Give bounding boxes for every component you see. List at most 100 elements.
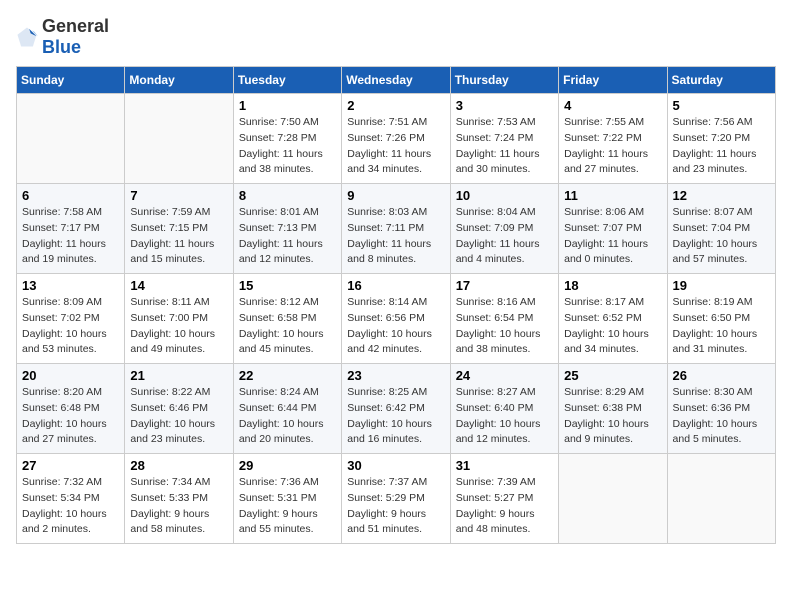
daylight-text: Daylight: 10 hours and 57 minutes. [673,238,758,266]
sunrise-text: Sunrise: 8:24 AM [239,386,319,398]
weekday-header-friday: Friday [559,67,667,94]
daylight-text: Daylight: 11 hours and 0 minutes. [564,238,648,266]
sunset-text: Sunset: 7:04 PM [673,222,751,234]
sunrise-text: Sunrise: 7:55 AM [564,116,644,128]
sunrise-text: Sunrise: 8:07 AM [673,206,753,218]
daylight-text: Daylight: 10 hours and 16 minutes. [347,418,432,446]
calendar-cell: 31 Sunrise: 7:39 AM Sunset: 5:27 PM Dayl… [450,454,558,544]
daylight-text: Daylight: 10 hours and 53 minutes. [22,328,107,356]
day-number: 29 [239,458,336,473]
calendar-cell: 19 Sunrise: 8:19 AM Sunset: 6:50 PM Dayl… [667,274,775,364]
day-number: 2 [347,98,444,113]
calendar-cell: 30 Sunrise: 7:37 AM Sunset: 5:29 PM Dayl… [342,454,450,544]
sunset-text: Sunset: 5:29 PM [347,492,425,504]
calendar-cell: 11 Sunrise: 8:06 AM Sunset: 7:07 PM Dayl… [559,184,667,274]
sunset-text: Sunset: 7:09 PM [456,222,534,234]
sunrise-text: Sunrise: 8:14 AM [347,296,427,308]
sunset-text: Sunset: 7:26 PM [347,132,425,144]
sunset-text: Sunset: 6:48 PM [22,402,100,414]
calendar-cell: 6 Sunrise: 7:58 AM Sunset: 7:17 PM Dayli… [17,184,125,274]
daylight-text: Daylight: 9 hours and 58 minutes. [130,508,209,536]
page-header: General Blue [16,16,776,58]
day-number: 28 [130,458,227,473]
day-number: 6 [22,188,119,203]
sunrise-text: Sunrise: 7:56 AM [673,116,753,128]
calendar-cell: 18 Sunrise: 8:17 AM Sunset: 6:52 PM Dayl… [559,274,667,364]
day-number: 16 [347,278,444,293]
calendar-week-3: 13 Sunrise: 8:09 AM Sunset: 7:02 PM Dayl… [17,274,776,364]
calendar-cell: 14 Sunrise: 8:11 AM Sunset: 7:00 PM Dayl… [125,274,233,364]
weekday-header-thursday: Thursday [450,67,558,94]
day-number: 24 [456,368,553,383]
sunrise-text: Sunrise: 8:27 AM [456,386,536,398]
daylight-text: Daylight: 11 hours and 4 minutes. [456,238,540,266]
day-number: 10 [456,188,553,203]
daylight-text: Daylight: 11 hours and 15 minutes. [130,238,214,266]
sunset-text: Sunset: 7:17 PM [22,222,100,234]
day-number: 26 [673,368,770,383]
calendar-cell: 24 Sunrise: 8:27 AM Sunset: 6:40 PM Dayl… [450,364,558,454]
calendar-cell: 8 Sunrise: 8:01 AM Sunset: 7:13 PM Dayli… [233,184,341,274]
day-number: 19 [673,278,770,293]
sunrise-text: Sunrise: 8:17 AM [564,296,644,308]
daylight-text: Daylight: 11 hours and 12 minutes. [239,238,323,266]
sunset-text: Sunset: 7:02 PM [22,312,100,324]
calendar-cell [17,94,125,184]
sunrise-text: Sunrise: 8:11 AM [130,296,209,308]
sunrise-text: Sunrise: 8:30 AM [673,386,753,398]
day-number: 18 [564,278,661,293]
sunset-text: Sunset: 5:34 PM [22,492,100,504]
daylight-text: Daylight: 10 hours and 27 minutes. [22,418,107,446]
calendar-table: SundayMondayTuesdayWednesdayThursdayFrid… [16,66,776,544]
sunset-text: Sunset: 5:27 PM [456,492,534,504]
day-number: 27 [22,458,119,473]
daylight-text: Daylight: 10 hours and 12 minutes. [456,418,541,446]
calendar-cell: 23 Sunrise: 8:25 AM Sunset: 6:42 PM Dayl… [342,364,450,454]
logo-text-blue: Blue [42,37,81,57]
sunset-text: Sunset: 7:24 PM [456,132,534,144]
weekday-header-tuesday: Tuesday [233,67,341,94]
calendar-cell [667,454,775,544]
weekday-header-row: SundayMondayTuesdayWednesdayThursdayFrid… [17,67,776,94]
day-number: 9 [347,188,444,203]
day-number: 5 [673,98,770,113]
calendar-cell: 1 Sunrise: 7:50 AM Sunset: 7:28 PM Dayli… [233,94,341,184]
calendar-header: SundayMondayTuesdayWednesdayThursdayFrid… [17,67,776,94]
calendar-cell: 28 Sunrise: 7:34 AM Sunset: 5:33 PM Dayl… [125,454,233,544]
sunrise-text: Sunrise: 8:06 AM [564,206,644,218]
weekday-header-monday: Monday [125,67,233,94]
day-number: 31 [456,458,553,473]
calendar-cell: 22 Sunrise: 8:24 AM Sunset: 6:44 PM Dayl… [233,364,341,454]
day-number: 21 [130,368,227,383]
sunrise-text: Sunrise: 8:03 AM [347,206,427,218]
sunset-text: Sunset: 6:58 PM [239,312,317,324]
sunrise-text: Sunrise: 8:29 AM [564,386,644,398]
daylight-text: Daylight: 9 hours and 55 minutes. [239,508,318,536]
calendar-week-4: 20 Sunrise: 8:20 AM Sunset: 6:48 PM Dayl… [17,364,776,454]
weekday-header-wednesday: Wednesday [342,67,450,94]
day-number: 14 [130,278,227,293]
calendar-cell: 27 Sunrise: 7:32 AM Sunset: 5:34 PM Dayl… [17,454,125,544]
sunset-text: Sunset: 6:36 PM [673,402,751,414]
sunrise-text: Sunrise: 8:04 AM [456,206,536,218]
daylight-text: Daylight: 11 hours and 23 minutes. [673,148,757,176]
calendar-cell [125,94,233,184]
daylight-text: Daylight: 11 hours and 27 minutes. [564,148,648,176]
calendar-week-2: 6 Sunrise: 7:58 AM Sunset: 7:17 PM Dayli… [17,184,776,274]
calendar-cell: 25 Sunrise: 8:29 AM Sunset: 6:38 PM Dayl… [559,364,667,454]
sunset-text: Sunset: 6:54 PM [456,312,534,324]
day-number: 15 [239,278,336,293]
daylight-text: Daylight: 10 hours and 2 minutes. [22,508,107,536]
calendar-cell: 3 Sunrise: 7:53 AM Sunset: 7:24 PM Dayli… [450,94,558,184]
sunrise-text: Sunrise: 7:32 AM [22,476,102,488]
daylight-text: Daylight: 9 hours and 51 minutes. [347,508,426,536]
sunrise-text: Sunrise: 8:01 AM [239,206,319,218]
sunset-text: Sunset: 6:44 PM [239,402,317,414]
sunrise-text: Sunrise: 7:51 AM [347,116,427,128]
daylight-text: Daylight: 10 hours and 42 minutes. [347,328,432,356]
daylight-text: Daylight: 10 hours and 23 minutes. [130,418,215,446]
day-number: 25 [564,368,661,383]
sunset-text: Sunset: 5:33 PM [130,492,208,504]
day-number: 4 [564,98,661,113]
daylight-text: Daylight: 10 hours and 45 minutes. [239,328,324,356]
